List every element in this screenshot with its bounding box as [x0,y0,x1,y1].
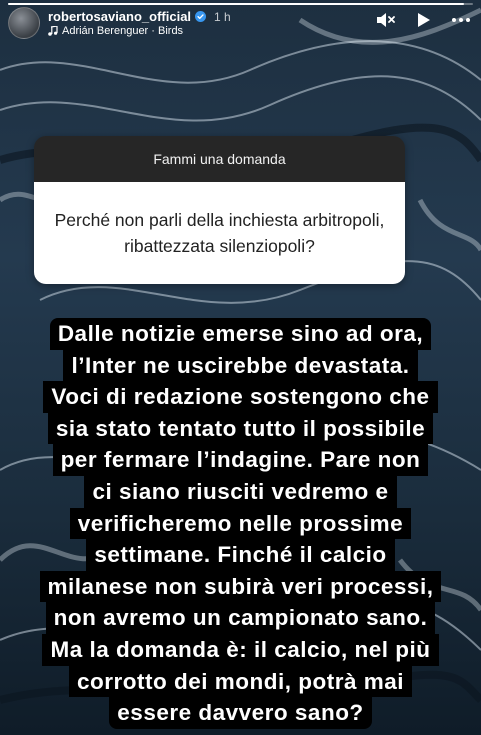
play-icon [418,13,430,27]
question-sticker-header: Fammi una domanda [34,136,405,182]
answer-line: per fermare l’indagine. Pare non [52,444,429,476]
answer-line: settimane. Finché il calcio [86,539,395,571]
answer-line: Dalle notizie emerse sino ad ora, [49,318,432,350]
answer-line: verificheremo nelle prossime [69,507,412,540]
more-options-button[interactable] [451,10,471,30]
answer-line: corrotto dei mondi, potrà mai [68,665,413,698]
verified-badge-icon [195,11,207,22]
story-meta-line1: robertosaviano_official 1 h [48,9,231,24]
story-controls [375,10,471,30]
answer-line: milanese non subirà veri processi, [39,570,442,603]
answer-line: l’Inter ne uscirebbe devastata. [63,349,418,382]
story-music[interactable]: Adrián Berenguer · Birds [48,25,231,37]
answer-line: non avremo un campionato sano. [45,602,436,634]
story-time: 1 h [214,9,231,24]
story-viewer: robertosaviano_official 1 h Adrián Beren… [0,0,481,735]
story-progress-fill [8,3,464,5]
answer-line: Ma la domanda è: il calcio, nel più [42,633,439,666]
more-options-icon [452,18,470,22]
play-button[interactable] [413,10,433,30]
mute-button[interactable] [375,10,395,30]
music-label: Adrián Berenguer · Birds [62,25,184,37]
speaker-muted-icon [377,13,395,27]
story-header: robertosaviano_official 1 h Adrián Beren… [8,6,473,40]
answer-line: Voci di redazione sostengono che [43,381,438,413]
answer-line: sia stato tentato tutto il possibile [47,412,434,445]
story-meta: robertosaviano_official 1 h Adrián Beren… [48,9,231,37]
question-sticker-text: Perché non parli della inchiesta arbitro… [34,182,405,284]
music-note-icon [48,26,58,36]
avatar[interactable] [8,7,40,39]
answer-text-block: Dalle notizie emerse sino ad ora, l’Inte… [0,318,481,729]
username[interactable]: robertosaviano_official [48,9,191,24]
answer-line: ci siano riusciti vedremo e [84,475,397,508]
story-progress-bar [8,3,473,5]
answer-line: essere davvero sano? [109,697,372,729]
question-sticker: Fammi una domanda Perché non parli della… [34,136,405,284]
